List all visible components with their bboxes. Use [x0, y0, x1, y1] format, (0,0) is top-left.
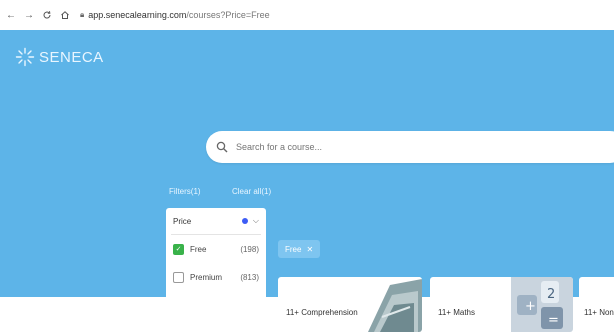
lock-icon: 🔒︎ [80, 10, 85, 19]
app-area: SENECA Filters(1) Clear all(1) Price ⌵ ✓… [0, 30, 614, 332]
active-filter-chip[interactable]: Free ✕ [278, 240, 321, 258]
course-card[interactable]: 11+ Comprehension [278, 277, 422, 332]
seneca-logo[interactable]: SENECA [15, 47, 104, 67]
course-title: 11+ Comprehension [286, 308, 358, 317]
filter-option-free[interactable]: ✓ Free (198) [166, 235, 266, 263]
course-card[interactable]: 11+ Non- [579, 277, 614, 332]
filter-option-label: Premium [190, 272, 223, 282]
price-filter-title: Price [173, 216, 192, 226]
course-title: 11+ Maths [438, 308, 475, 317]
url-path: /courses?Price=Free [186, 10, 270, 20]
svg-text:=: = [548, 313, 559, 328]
url-domain: app.senecalearning.com [88, 10, 187, 20]
filter-option-count: (198) [240, 244, 259, 254]
search-bar[interactable] [206, 131, 614, 163]
premium-checkbox[interactable] [173, 271, 184, 283]
clear-all-link[interactable]: Clear all(1) [232, 187, 271, 196]
svg-text:+: + [525, 299, 536, 314]
course-card[interactable]: 11+ Maths + 2 = [430, 277, 573, 332]
back-icon[interactable]: ← [4, 8, 18, 22]
price-filter-panel: Price ⌵ ✓ Free (198) Premium (813) [166, 208, 266, 300]
course-image [360, 277, 422, 332]
logo-text: SENECA [39, 48, 104, 66]
course-title: 11+ Non- [584, 308, 614, 317]
active-indicator-dot [241, 218, 248, 224]
search-input[interactable] [234, 141, 578, 153]
forward-icon[interactable]: → [22, 8, 36, 22]
close-icon[interactable]: ✕ [306, 245, 313, 254]
free-checkbox[interactable]: ✓ [173, 243, 184, 255]
filter-option-count: (813) [240, 272, 259, 282]
search-icon [216, 141, 228, 153]
seneca-logo-icon [15, 47, 35, 67]
filter-option-label: Free [190, 244, 207, 254]
course-image: + 2 = [511, 277, 573, 332]
filters-label: Filters(1) [169, 187, 201, 196]
svg-text:2: 2 [547, 287, 555, 302]
filter-option-premium[interactable]: Premium (813) [166, 263, 266, 291]
chip-label: Free [285, 244, 302, 254]
address-bar[interactable]: 🔒︎ app.senecalearning.com/courses?Price=… [80, 10, 270, 20]
browser-toolbar: ← → 🔒︎ app.senecalearning.com/courses?Pr… [0, 0, 614, 30]
price-filter-header[interactable]: Price ⌵ [166, 208, 266, 234]
home-icon[interactable] [58, 8, 72, 22]
chevron-down-icon: ⌵ [252, 216, 259, 225]
reload-icon[interactable] [40, 8, 54, 22]
